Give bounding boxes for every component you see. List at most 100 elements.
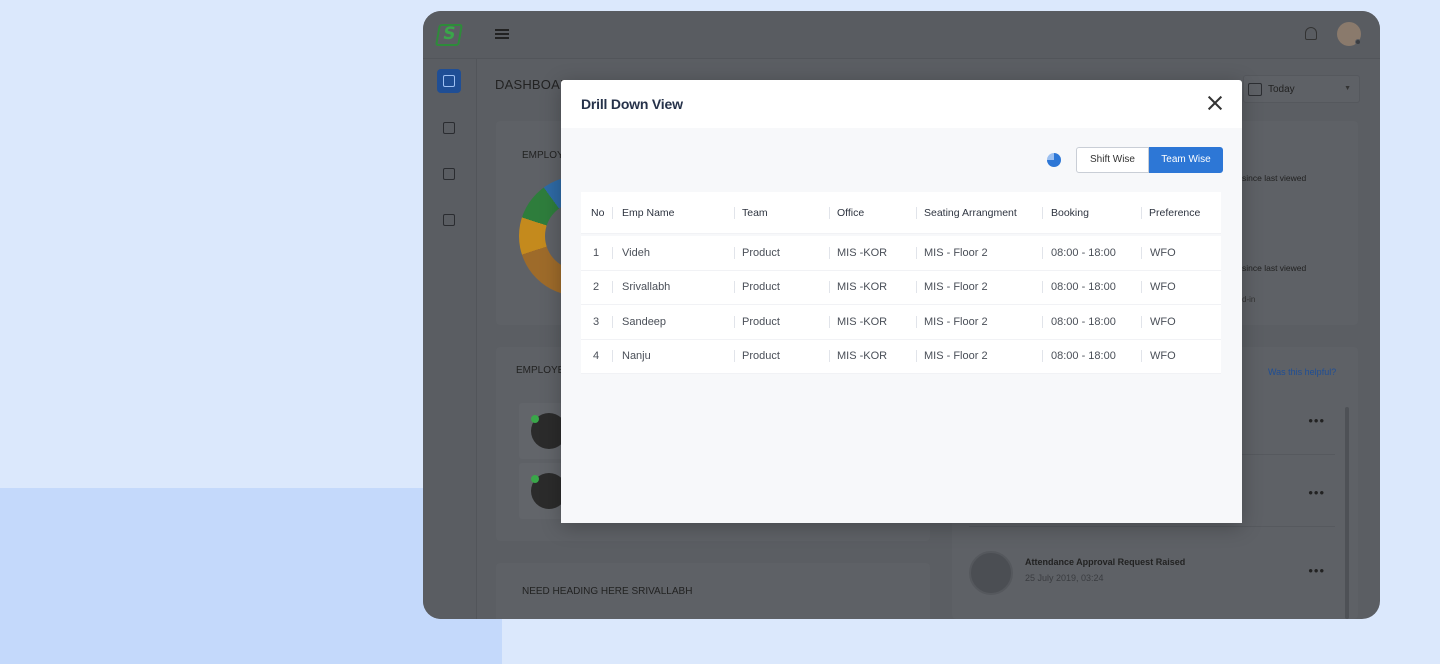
column-divider [1042,315,1043,328]
table-cell: 4 [593,350,600,363]
table-row[interactable]: 3 Sandeep Product MIS -KOR MIS - Floor 2 08:0… [581,305,1221,340]
sidebar [423,59,477,619]
column-header: Preference [1149,206,1201,219]
notification-thumbnail [969,551,1013,595]
column-divider [829,246,830,259]
status-dot [1355,39,1361,45]
column-divider [734,315,735,328]
drill-down-table: No Emp Name Team Office Seating Arrangme… [581,192,1221,374]
more-icon[interactable]: ••• [1308,413,1325,428]
online-indicator [531,475,539,483]
summary-hint-1: since last viewed [1242,173,1307,183]
table-cell: MIS - Floor 2 [924,315,988,328]
table-cell: MIS - Floor 2 [924,350,988,363]
table-cell: 2 [593,281,600,294]
dashboard-icon[interactable] [437,69,461,93]
column-divider [1042,281,1043,294]
top-bar: S [423,11,1380,59]
column-divider [1141,246,1142,259]
table-cell: 08:00 - 18:00 [1051,350,1116,363]
scrollbar[interactable] [1345,407,1349,619]
summary-hint-3: d-in [1242,295,1256,304]
table-cell: WFO [1150,281,1176,294]
column-header: Seating Arrangment [924,206,1017,219]
app-logo[interactable]: S [435,24,463,46]
pie-chart-icon[interactable] [1047,153,1061,167]
table-cell: Srivallabh [622,281,671,294]
table-cell: Nanju [622,350,651,363]
table-cell: 1 [593,246,600,259]
more-icon[interactable]: ••• [1308,563,1325,578]
calendar-icon [1248,83,1262,96]
modal-title: Drill Down View [581,96,683,112]
menu-icon[interactable] [495,29,509,39]
document-icon[interactable] [437,208,461,232]
column-header: Emp Name [622,206,675,219]
table-cell: Videh [622,246,650,259]
table-cell: WFO [1150,246,1176,259]
notification-date: 25 July 2019, 03:24 [1025,573,1104,583]
column-divider [734,246,735,259]
chevron-down-icon: ▼ [1344,85,1351,92]
column-divider [1141,350,1142,363]
table-cell: 08:00 - 18:00 [1051,315,1116,328]
users-icon[interactable] [437,116,461,140]
table-cell: Product [742,315,780,328]
table-cell: WFO [1150,350,1176,363]
table-cell: 3 [593,315,600,328]
date-filter-value: Today [1268,84,1295,95]
table-row[interactable]: 1 Videh Product MIS -KOR MIS - Floor 2 08:00 … [581,236,1221,271]
column-divider [916,281,917,294]
column-header: Team [742,206,768,219]
table-cell: 08:00 - 18:00 [1051,281,1116,294]
column-divider [1141,315,1142,328]
modal-body: Shift Wise Team Wise No Emp Name Team Of… [561,128,1242,523]
table-cell: WFO [1150,315,1176,328]
employees-label: EMPLOYE [516,365,565,376]
table-row[interactable]: 4 Nanju Product MIS -KOR MIS - Floor 2 08:00 … [581,339,1221,374]
heading-card: NEED HEADING HERE SRIVALLABH [496,563,930,619]
table-cell: MIS - Floor 2 [924,246,988,259]
column-header: No [591,206,605,219]
close-icon[interactable] [1207,95,1223,111]
column-divider [916,315,917,328]
column-divider [916,246,917,259]
table-cell: Product [742,281,780,294]
table-cell: MIS - Floor 2 [924,281,988,294]
heading-card-label: NEED HEADING HERE SRIVALLABH [522,586,693,597]
table-cell: 08:00 - 18:00 [1051,246,1116,259]
table-row[interactable]: 2 Srivallabh Product MIS -KOR MIS - Floor 2 0… [581,270,1221,305]
table-cell: MIS -KOR [837,281,888,294]
shift-wise-toggle[interactable]: Shift Wise [1076,147,1149,173]
column-divider [829,350,830,363]
summary-hint-2: since last viewed [1242,263,1307,273]
bell-icon[interactable] [1305,27,1317,40]
helpful-link[interactable]: Was this helpful? [1268,367,1336,377]
column-divider [829,315,830,328]
date-filter[interactable]: Today ▼ [1243,75,1360,103]
column-divider [612,281,613,294]
table-cell: MIS -KOR [837,350,888,363]
column-divider [1042,246,1043,259]
drill-down-modal: Drill Down View Shift Wise Team Wise No … [561,80,1242,523]
column-divider [612,246,613,259]
column-divider [612,315,613,328]
column-header: Office [837,206,865,219]
table-cell: Product [742,350,780,363]
column-divider [1042,350,1043,363]
online-indicator [531,415,539,423]
modal-header: Drill Down View [561,80,1242,128]
column-divider [829,281,830,294]
column-divider [916,350,917,363]
table-cell: Product [742,246,780,259]
notification-item[interactable]: Attendance Approval Request Raised 25 Ju… [969,541,1335,605]
analytics-icon[interactable] [437,162,461,186]
column-divider [1141,281,1142,294]
more-icon[interactable]: ••• [1308,485,1325,500]
table-cell: Sandeep [622,315,667,328]
table-header-row: No Emp Name Team Office Seating Arrangme… [581,192,1221,234]
table-cell: MIS -KOR [837,246,888,259]
column-divider [734,350,735,363]
employee-chart-label: EMPLOY [522,150,564,161]
team-wise-toggle[interactable]: Team Wise [1149,147,1223,173]
